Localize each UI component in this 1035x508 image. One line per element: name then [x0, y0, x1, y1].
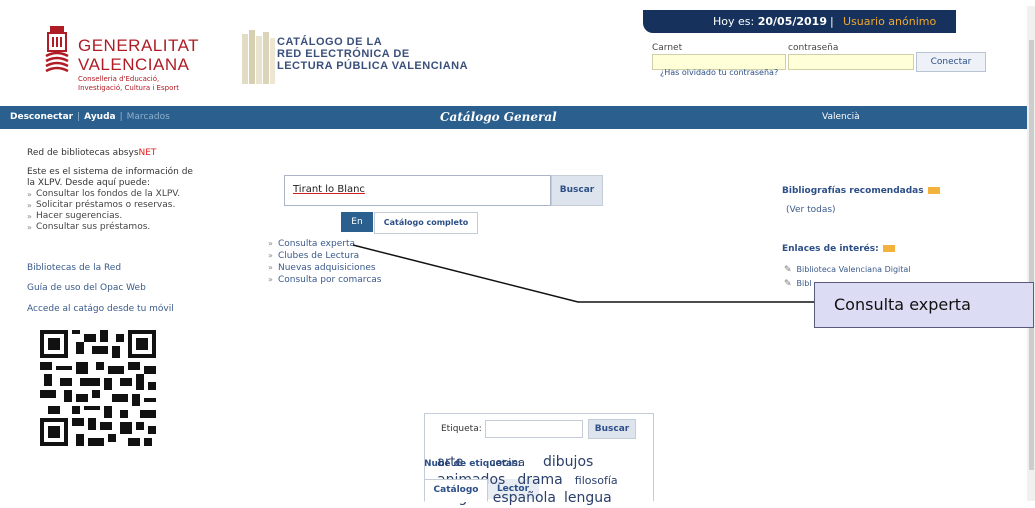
- callout-box: Consulta experta: [814, 282, 1034, 328]
- tag-item[interactable]: arte: [437, 455, 463, 470]
- tag-item[interactable]: filosofía: [575, 474, 618, 487]
- tab-catalog-main[interactable]: Catálogo: [424, 479, 488, 502]
- tag-label: Etiqueta:: [441, 424, 482, 434]
- tag-item[interactable]: lengua: [564, 490, 612, 506]
- tag-item[interactable]: cocina: [489, 456, 525, 469]
- tag-item[interactable]: drama: [517, 472, 562, 488]
- tag-input[interactable]: [485, 420, 583, 438]
- tag-item[interactable]: dibujos: [543, 454, 593, 470]
- tag-search-button[interactable]: Buscar: [588, 419, 636, 439]
- tag-item[interactable]: española: [493, 490, 556, 506]
